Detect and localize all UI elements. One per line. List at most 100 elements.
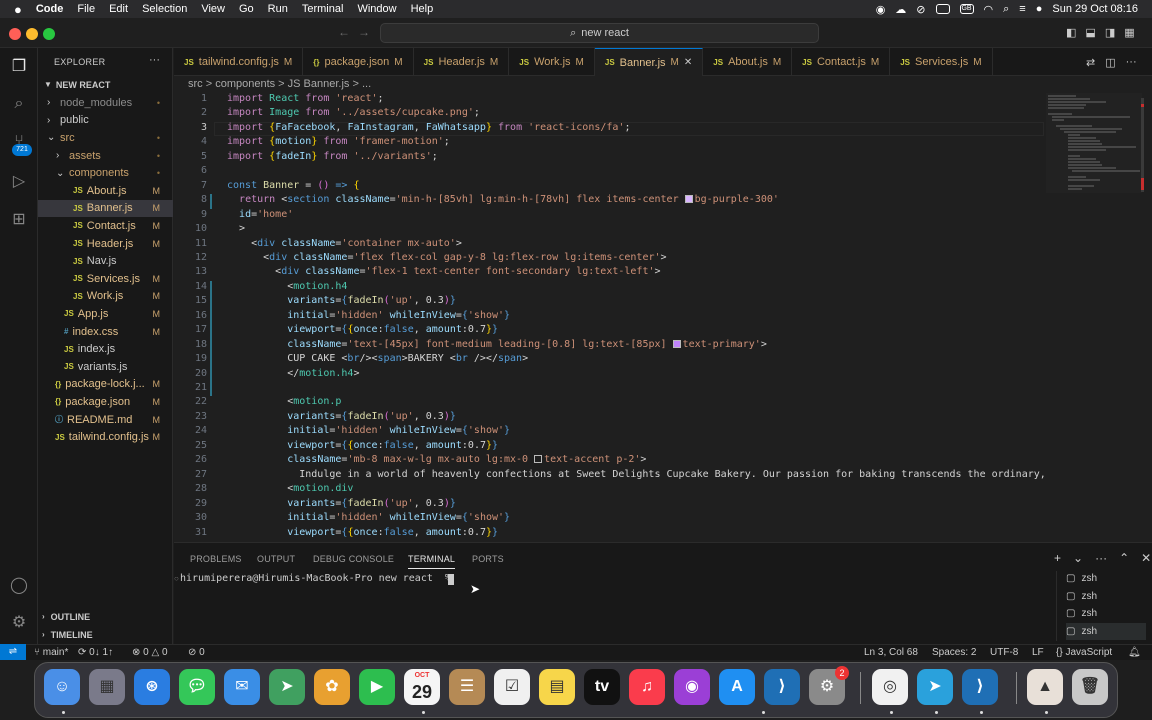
problems-status[interactable]: ⊗ 0 △ 0 [132, 647, 168, 658]
forward-arrow-icon[interactable]: → [358, 25, 370, 39]
dock-podcasts-icon[interactable]: ◉ [674, 669, 710, 705]
apple-menu-icon[interactable]: ● [14, 2, 22, 17]
tab-package-json[interactable]: {} package.json M [303, 48, 414, 76]
zoom-window-button[interactable] [43, 28, 55, 40]
close-tab-icon[interactable]: ✕ [684, 57, 692, 68]
branch-status[interactable]: ⑂ main* [34, 647, 68, 658]
menu-selection[interactable]: Selection [142, 3, 187, 15]
code-editor[interactable]: 1 import React from 'react'; 2 import Image… [174, 93, 1046, 541]
toggle-panel-icon[interactable]: ⬓ [1085, 26, 1095, 39]
dock-safari-icon[interactable]: ⊛ [134, 669, 170, 705]
dock-facetime-icon[interactable]: ▶ [359, 669, 395, 705]
sidebar-item-src[interactable]: ⌄ src • [38, 129, 173, 147]
new-terminal-icon[interactable]: + [1054, 551, 1061, 565]
sidebar-item-services-js[interactable]: JS Services.js M [38, 270, 173, 288]
search-icon[interactable]: ⌕ [1003, 3, 1009, 16]
sidebar-item-about-js[interactable]: JS About.js M [38, 182, 173, 200]
minimize-window-button[interactable] [26, 28, 38, 40]
sidebar-item-banner-js[interactable]: JS Banner.js M [38, 199, 173, 218]
menu-terminal[interactable]: Terminal [302, 3, 344, 15]
terminal-instance[interactable]: ▢ zsh [1066, 588, 1146, 605]
sidebar-item-contact-js[interactable]: JS Contact.js M [38, 217, 173, 235]
menu-go[interactable]: Go [239, 3, 254, 15]
menu-edit[interactable]: Edit [109, 3, 128, 15]
dock-maps-icon[interactable]: ➤ [269, 669, 305, 705]
battery-icon[interactable] [935, 4, 950, 14]
terminal-instance[interactable]: ▢ zsh [1066, 605, 1146, 622]
menu-window[interactable]: Window [357, 3, 396, 15]
menu-run[interactable]: Run [268, 3, 288, 15]
tab-output[interactable]: OUTPUT [257, 554, 295, 564]
more-actions-icon[interactable]: ··· [149, 54, 160, 66]
dock-photos-icon[interactable]: ✿ [314, 669, 350, 705]
toggle-primary-sidebar-icon[interactable]: ◧ [1066, 26, 1076, 39]
sidebar-item-readme-md[interactable]: ⓘ README.md M [38, 411, 173, 429]
customize-layout-icon[interactable]: ▦ [1124, 26, 1134, 39]
close-window-button[interactable] [9, 28, 21, 40]
tab-ports[interactable]: PORTS [472, 554, 504, 564]
encoding[interactable]: UTF-8 [990, 647, 1018, 658]
tab-work-js[interactable]: JS Work.js M [509, 48, 595, 76]
terminal-instance[interactable]: ▢ zsh [1066, 570, 1146, 587]
dock-notes-icon[interactable]: ▤ [539, 669, 575, 705]
project-root[interactable]: ▼ NEW REACT [38, 76, 173, 94]
search-icon[interactable]: ⌕ [8, 93, 30, 115]
timeline-section[interactable]: › TIMELINE [38, 626, 173, 644]
cloud-icon[interactable]: ☁ [895, 3, 906, 16]
record-icon[interactable]: ◉ [876, 3, 886, 16]
control-center-icon[interactable]: ≡ [1019, 3, 1025, 15]
terminal-prompt[interactable]: hirumiperera@Hirumis-MacBook-Pro new rea… [180, 573, 457, 584]
extensions-icon[interactable]: ⊞ [8, 209, 30, 231]
compare-icon[interactable]: ⇄ [1086, 56, 1095, 69]
tab-contact-js[interactable]: JS Contact.js M [792, 48, 891, 76]
siri-icon[interactable]: ● [1036, 3, 1043, 15]
sidebar-item-work-js[interactable]: JS Work.js M [38, 288, 173, 306]
tab-about-js[interactable]: JS About.js M [703, 48, 793, 76]
dock-finder-icon[interactable]: ☺ [44, 669, 80, 705]
sidebar-item-node-modules[interactable]: › node_modules • [38, 94, 173, 112]
back-arrow-icon[interactable]: ← [338, 25, 350, 39]
sidebar-item-package-lock-j[interactable]: {} package-lock.j... M [38, 376, 173, 394]
sidebar-item-app-js[interactable]: JS App.js M [38, 305, 173, 323]
breadcrumb[interactable]: src > components > JS Banner.js > ... [188, 78, 371, 92]
dock-messages-icon[interactable]: 💬︎ [179, 669, 215, 705]
tab-header-js[interactable]: JS Header.js M [414, 48, 510, 76]
end-of-line[interactable]: LF [1032, 647, 1044, 658]
sidebar-item-nav-js[interactable]: JS Nav.js [38, 252, 173, 270]
sidebar-item-components[interactable]: ⌄ components • [38, 164, 173, 182]
sidebar-item-package-json[interactable]: {} package.json M [38, 393, 173, 411]
sync-status[interactable]: ⟳ 0↓ 1↑ [78, 647, 113, 658]
sidebar-item-public[interactable]: › public [38, 112, 173, 130]
sidebar-item-index-css[interactable]: # index.css M [38, 323, 173, 341]
app-menu[interactable]: Code [36, 3, 64, 15]
outline-section[interactable]: › OUTLINE [38, 608, 173, 626]
tab-problems[interactable]: PROBLEMS [190, 554, 242, 564]
menu-help[interactable]: Help [411, 3, 434, 15]
ports-status[interactable]: ⊘ 0 [188, 647, 205, 658]
tab-debug-console[interactable]: DEBUG CONSOLE [313, 554, 394, 564]
dock-contacts-icon[interactable]: ☰ [449, 669, 485, 705]
dock-reminders-icon[interactable]: ☑ [494, 669, 530, 705]
sidebar-item-variants-js[interactable]: JS variants.js [38, 358, 173, 376]
manage-gear-icon[interactable]: ⚙ [8, 612, 30, 634]
indentation[interactable]: Spaces: 2 [932, 647, 976, 658]
explorer-icon[interactable]: ❐ [8, 56, 30, 78]
language-mode[interactable]: {} JavaScript [1056, 647, 1112, 658]
dock-vs-code-icon[interactable]: ⟩ [764, 669, 800, 705]
toggle-secondary-sidebar-icon[interactable]: ◨ [1105, 26, 1115, 39]
terminal-instance-active[interactable]: ▢ zsh [1066, 623, 1146, 640]
account-icon[interactable]: ◯ [8, 575, 30, 597]
dock-vlc-icon[interactable]: ▲ [1027, 669, 1063, 705]
tab-services-js[interactable]: JS Services.js M [890, 48, 993, 76]
close-panel-icon[interactable]: ✕ [1141, 551, 1151, 565]
run-debug-icon[interactable]: ▷ [8, 171, 30, 193]
notifications-bell-icon[interactable]: 🔔︎ [1128, 647, 1141, 658]
menu-view[interactable]: View [201, 3, 225, 15]
menu-file[interactable]: File [77, 3, 95, 15]
dock-calendar-icon[interactable]: OCT 29 [404, 669, 440, 705]
menubar-datetime[interactable]: Sun 29 Oct 08:16 [1052, 3, 1138, 15]
remote-indicator-icon[interactable]: ⇌ [0, 644, 26, 660]
minimap[interactable] [1046, 93, 1142, 193]
keyboard-input-icon[interactable]: GB [959, 4, 974, 14]
cursor-position[interactable]: Ln 3, Col 68 [864, 647, 918, 658]
